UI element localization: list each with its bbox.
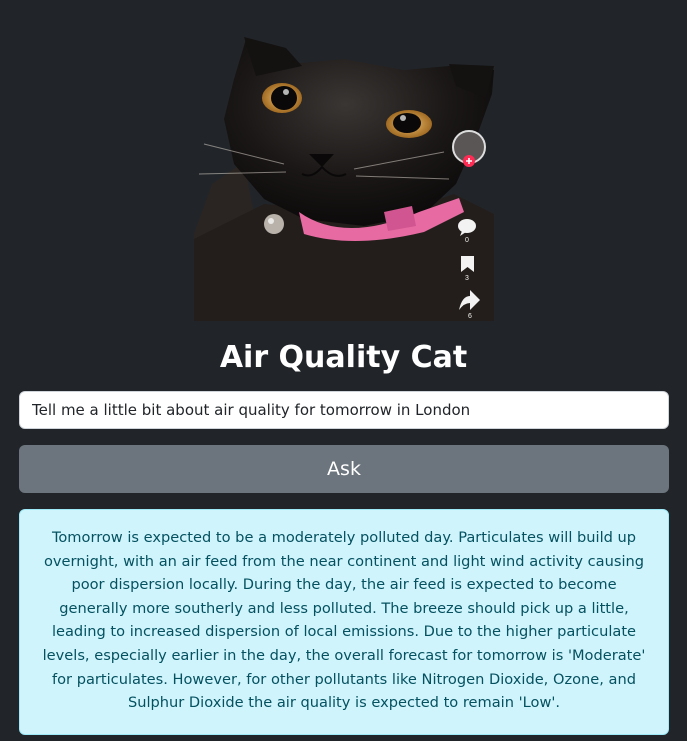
svg-text:0: 0 <box>465 237 469 244</box>
cat-photo-icon: 0 3 6 <box>194 37 494 321</box>
cat-image: 0 3 6 <box>194 34 494 321</box>
answer-alert: Tomorrow is expected to be a moderately … <box>19 509 669 735</box>
svg-text:3: 3 <box>465 275 469 282</box>
answer-text: Tomorrow is expected to be a moderately … <box>42 529 646 712</box>
question-input[interactable] <box>19 391 669 429</box>
page-title: Air Quality Cat <box>219 340 468 375</box>
app: 0 3 6 Air Quality Cat Ask Tomorrow is ex… <box>0 0 687 741</box>
ask-button[interactable]: Ask <box>19 445 669 493</box>
svg-text:6: 6 <box>468 313 472 320</box>
